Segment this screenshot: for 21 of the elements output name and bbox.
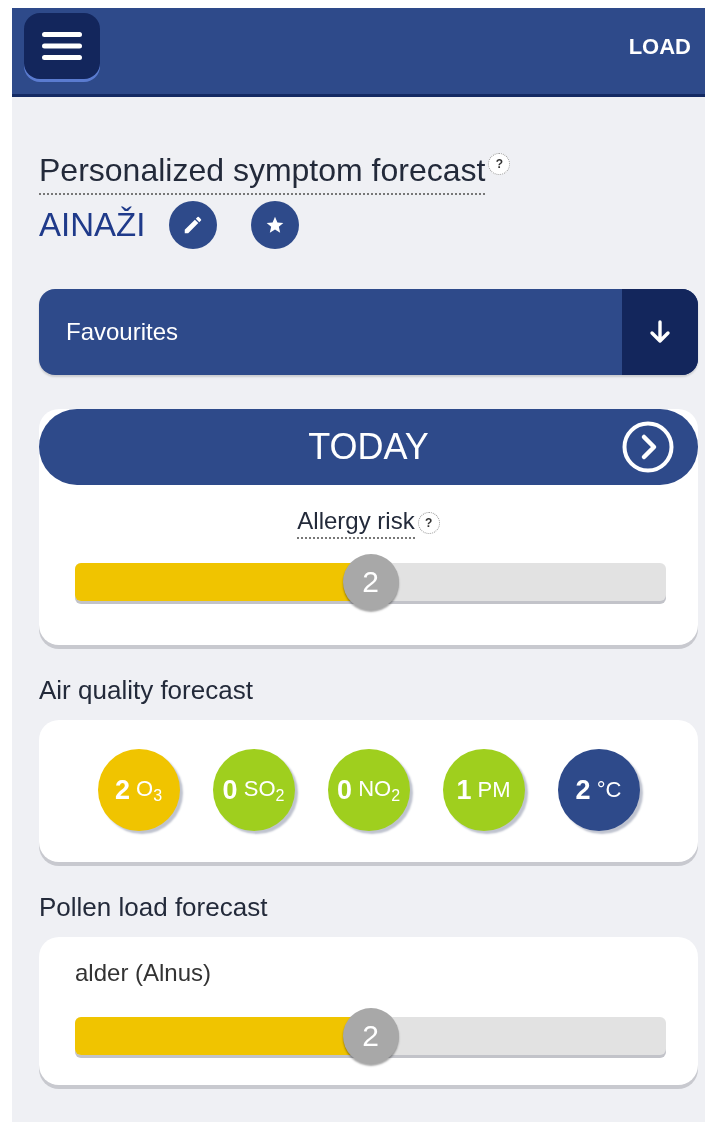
- day-title: TODAY: [308, 426, 429, 469]
- meter-thumb: 2: [342, 1008, 399, 1065]
- dropdown-toggle[interactable]: [622, 289, 698, 376]
- allergy-risk-label: Allergy risk: [297, 507, 415, 540]
- section-title: Air quality forecast: [39, 675, 254, 707]
- next-icon[interactable]: [622, 421, 674, 474]
- help-icon[interactable]: ?: [417, 512, 440, 535]
- help-icon[interactable]: ?: [488, 153, 511, 175]
- down-arrow-icon: [649, 320, 671, 345]
- air-quality-badge[interactable]: 2 °C: [557, 749, 640, 832]
- pollen-name: alder (Alnus): [74, 959, 213, 988]
- today-header[interactable]: TODAY: [39, 409, 698, 486]
- section-title: Pollen load forecast: [39, 892, 269, 924]
- menu-button[interactable]: [24, 13, 100, 79]
- favourites-dropdown[interactable]: Favourites: [39, 289, 698, 376]
- meter-thumb: 2: [342, 554, 399, 611]
- location-name: AINAŽI: [39, 206, 146, 245]
- menu-icon: [42, 32, 82, 60]
- dropdown-label: Favourites: [65, 317, 180, 348]
- page-title: Personalized symptom forecast: [39, 151, 486, 196]
- load-button[interactable]: LOAD: [622, 30, 697, 64]
